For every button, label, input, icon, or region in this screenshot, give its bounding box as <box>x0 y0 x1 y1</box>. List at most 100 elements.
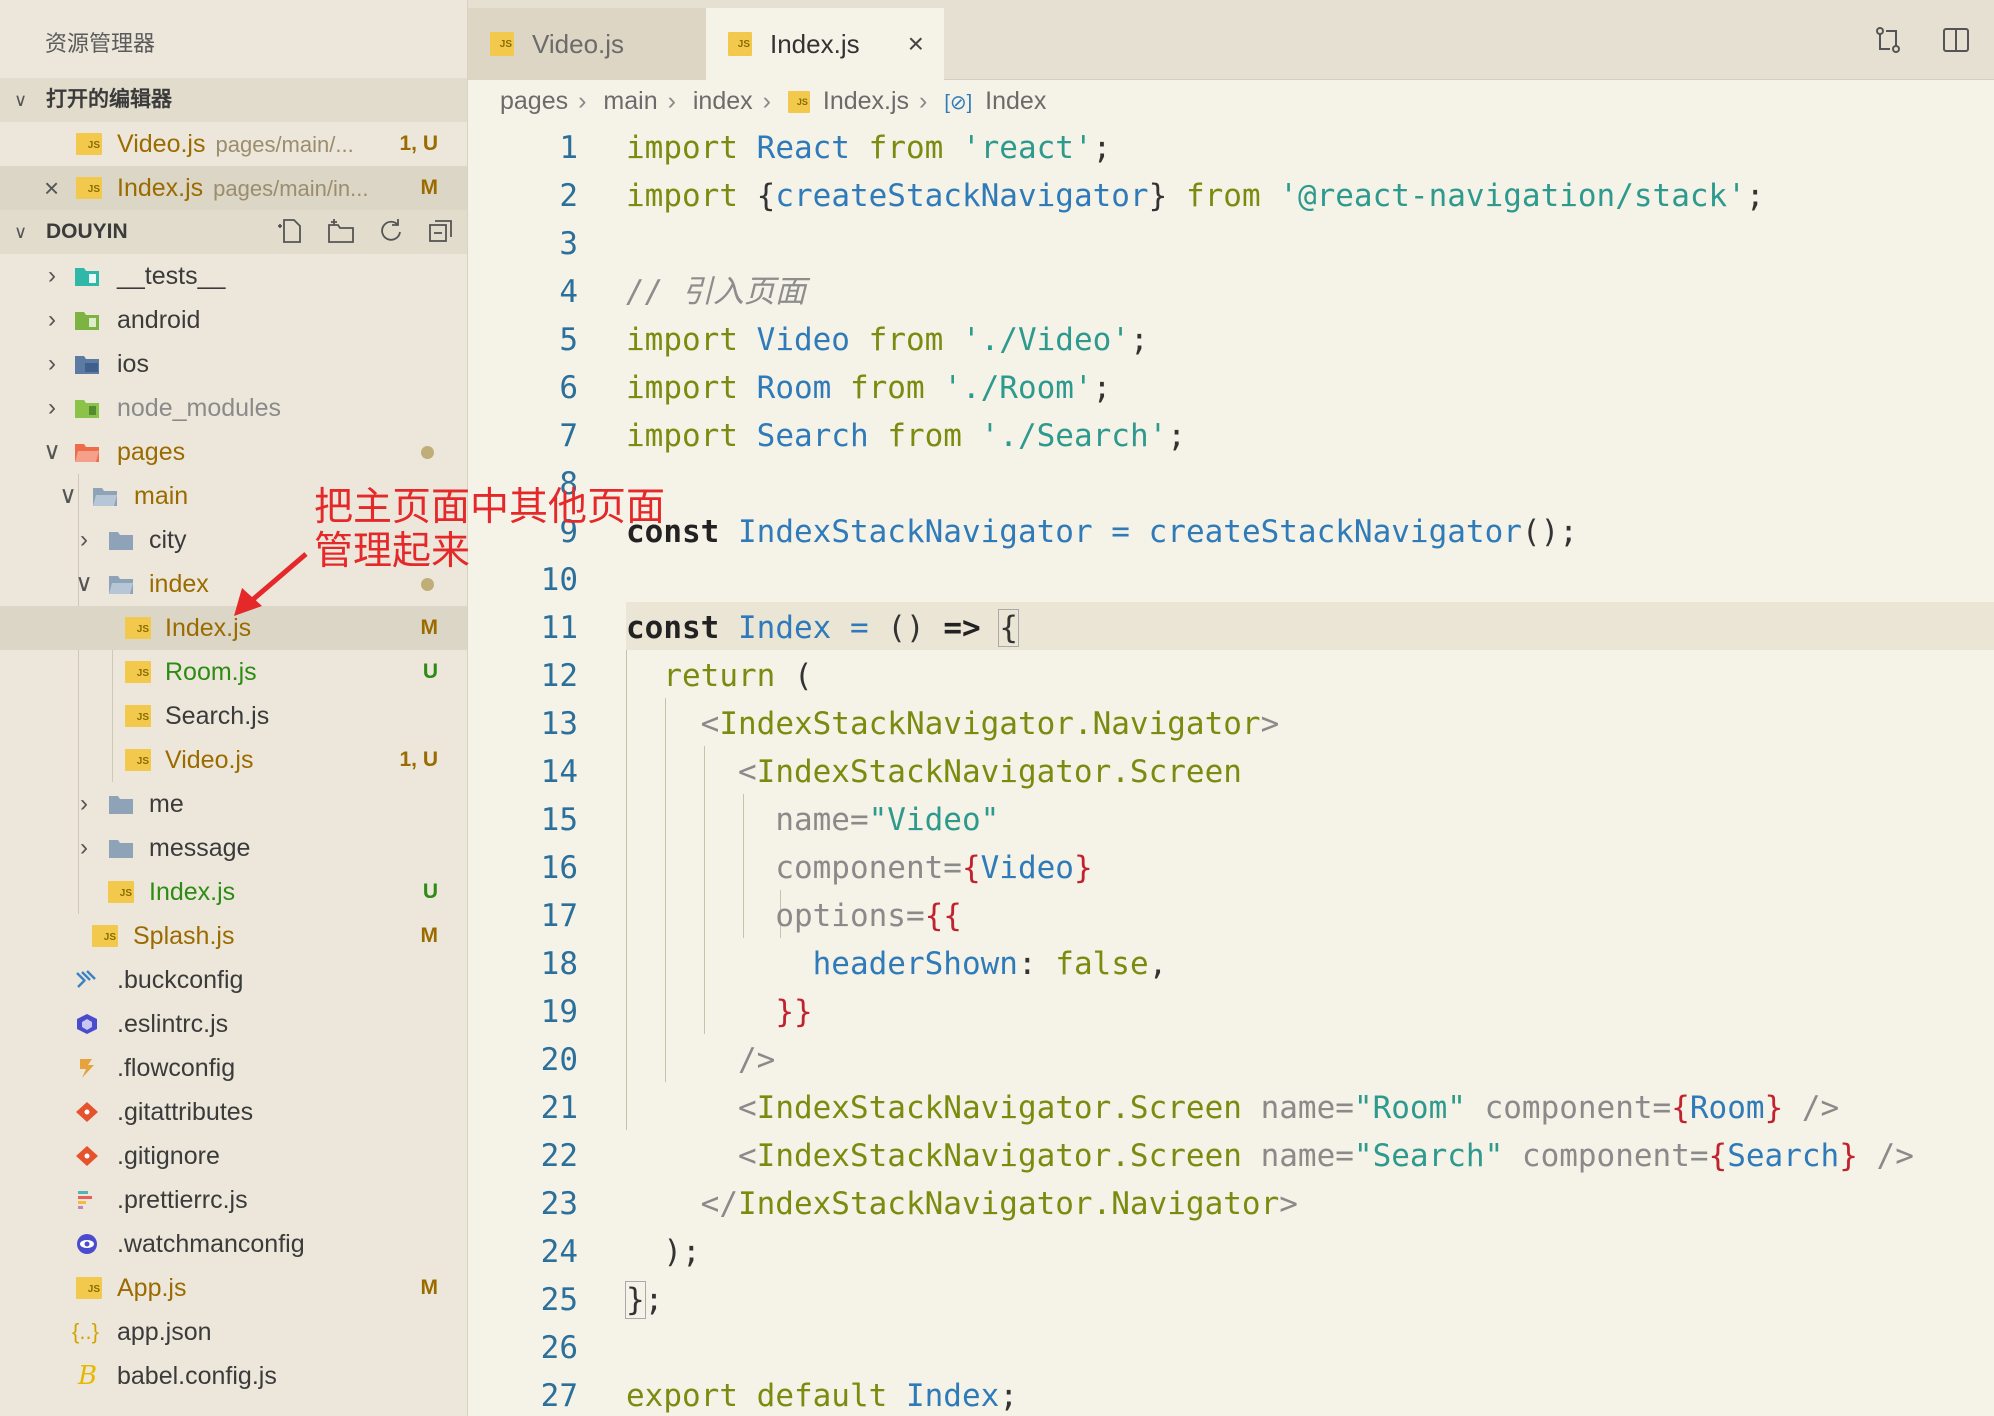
tree-item-prettierrc[interactable]: .prettierrc.js <box>0 1178 467 1222</box>
code-editor[interactable]: 1 2 3 4 5 6 7 8 9 10 11 12 13 14 15 16 1… <box>468 124 1994 1416</box>
line-number: 21 <box>540 1090 578 1126</box>
line-number: 24 <box>540 1234 578 1270</box>
code-line: </IndexStackNavigator.Navigator> <box>700 1186 1298 1222</box>
tree-item-splash-js[interactable]: JS Splash.js M <box>0 914 467 958</box>
tree-item-ios[interactable]: › ios <box>0 342 467 386</box>
breadcrumb-item[interactable]: index <box>693 87 753 115</box>
tree-item-flowconfig[interactable]: .flowconfig <box>0 1046 467 1090</box>
code-line: }; <box>625 1281 664 1319</box>
breadcrumb-item[interactable]: Index.js <box>823 87 909 115</box>
chevron-down-icon: ∨ <box>75 570 93 597</box>
eslint-icon <box>77 1014 97 1034</box>
code-line: const Index = () => { <box>626 609 1019 647</box>
collapse-all-icon[interactable] <box>426 216 456 246</box>
tree-item-label: android <box>117 306 201 334</box>
tree-item-video-js[interactable]: JS Video.js 1, U <box>0 738 467 782</box>
tree-item-label: me <box>149 790 184 818</box>
tree-item-android[interactable]: › android <box>0 298 467 342</box>
open-editors-label: 打开的编辑器 <box>46 88 172 111</box>
code-line: /> <box>737 1042 776 1078</box>
code-line: import Video from './Video'; <box>626 322 1149 358</box>
compare-changes-icon[interactable] <box>1872 24 1904 56</box>
code-line: <IndexStackNavigator.Screen name="Search… <box>737 1138 1914 1174</box>
folder-open-icon <box>75 444 99 462</box>
line-number: 1 <box>559 130 578 166</box>
open-editor-path: pages/main/... <box>215 132 354 157</box>
js-file-icon: JS <box>76 177 102 199</box>
tree-item-label: city <box>149 526 187 554</box>
annotation-text: 把主页面中其他页面 管理起来 <box>314 486 714 574</box>
tree-item-gitignore[interactable]: .gitignore <box>0 1134 467 1178</box>
js-file-icon: JS <box>125 661 151 683</box>
line-number: 27 <box>540 1378 578 1414</box>
line-number: 12 <box>540 658 578 694</box>
line-number: 16 <box>540 850 578 886</box>
tree-item-buckconfig[interactable]: .buckconfig <box>0 958 467 1002</box>
close-icon[interactable]: × <box>908 8 924 80</box>
babel-icon: B <box>78 1361 98 1391</box>
new-folder-icon[interactable] <box>326 216 356 246</box>
editor-tab-bar: JS Video.js JS Index.js × <box>468 0 1994 80</box>
open-editor-item-index[interactable]: × JS Index.js pages/main/in... M <box>0 166 467 210</box>
tree-item-label: .watchmanconfig <box>117 1230 305 1258</box>
refresh-icon[interactable] <box>376 216 406 246</box>
git-status: U <box>422 880 438 903</box>
tree-item-tests[interactable]: › __tests__ <box>0 254 467 298</box>
chevron-right-icon: › <box>80 790 88 817</box>
line-number: 3 <box>559 226 578 262</box>
tree-item-label: .flowconfig <box>117 1054 236 1082</box>
tree-item-label: Video.js <box>165 746 254 774</box>
tree-item-label: Index.js <box>149 878 236 906</box>
watchman-icon <box>77 1234 97 1254</box>
annotation-line: 把主页面中其他页面 <box>314 485 666 530</box>
tree-item-pages[interactable]: ∨ pages <box>0 430 467 474</box>
tree-item-node-modules[interactable]: › node_modules <box>0 386 467 430</box>
tree-item-gitattributes[interactable]: .gitattributes <box>0 1090 467 1134</box>
close-icon[interactable]: × <box>44 166 59 210</box>
open-editor-name: Video.js <box>117 130 206 158</box>
tree-item-room-js[interactable]: JS Room.js U <box>0 650 467 694</box>
tree-item-app-js[interactable]: JS App.js M <box>0 1266 467 1310</box>
tab-index-js[interactable]: JS Index.js × <box>706 8 944 80</box>
chevron-right-icon: › <box>578 87 587 115</box>
chevron-down-icon: ∨ <box>59 482 77 509</box>
breadcrumb-item[interactable]: main <box>603 87 657 115</box>
flow-icon <box>80 1059 94 1078</box>
breadcrumb-item[interactable]: pages <box>500 87 568 115</box>
tree-item-eslintrc[interactable]: .eslintrc.js <box>0 1002 467 1046</box>
new-file-icon[interactable] <box>276 216 306 246</box>
js-file-icon: JS <box>92 925 118 947</box>
code-line: component={Video} <box>775 850 1093 886</box>
tree-item-message[interactable]: › message <box>0 826 467 870</box>
tree-item-watchmanconfig[interactable]: .watchmanconfig <box>0 1222 467 1266</box>
tab-video-js[interactable]: JS Video.js <box>468 8 706 80</box>
git-status: 1, U <box>399 132 438 155</box>
breadcrumb-item[interactable]: Index <box>985 87 1046 115</box>
explorer-sidebar: 资源管理器 ∨ 打开的编辑器 JS Video.js pages/main/...… <box>0 0 468 1416</box>
folder-test-icon <box>75 268 99 286</box>
modified-dot <box>421 578 434 591</box>
open-editor-item-video[interactable]: JS Video.js pages/main/... 1, U <box>0 122 467 166</box>
chevron-right-icon: › <box>762 87 771 115</box>
code-line: // 引入页面 <box>626 274 806 310</box>
folder-icon <box>109 532 133 550</box>
js-file-icon: JS <box>76 1277 102 1299</box>
chevron-right-icon: › <box>80 834 88 861</box>
tree-item-main-index-js[interactable]: JS Index.js U <box>0 870 467 914</box>
open-editors-header[interactable]: ∨ 打开的编辑器 <box>0 78 467 122</box>
tree-item-me[interactable]: › me <box>0 782 467 826</box>
split-editor-icon[interactable] <box>1940 24 1972 56</box>
tree-item-app-json[interactable]: {..} app.json <box>0 1310 467 1354</box>
chevron-down-icon: ∨ <box>14 222 28 242</box>
chevron-right-icon: › <box>667 87 676 115</box>
tree-item-search-js[interactable]: JS Search.js <box>0 694 467 738</box>
tree-item-label: Room.js <box>165 658 257 686</box>
project-header[interactable]: ∨ DOUYIN <box>0 210 467 254</box>
git-status: M <box>420 924 439 947</box>
code-line: const IndexStackNavigator = createStackN… <box>626 514 1578 550</box>
modified-dot <box>421 446 434 459</box>
tree-item-label: index <box>149 570 209 598</box>
tree-item-babel-config[interactable]: B babel.config.js <box>0 1354 467 1398</box>
tree-item-label: Search.js <box>165 702 270 730</box>
line-number: 6 <box>559 370 578 406</box>
